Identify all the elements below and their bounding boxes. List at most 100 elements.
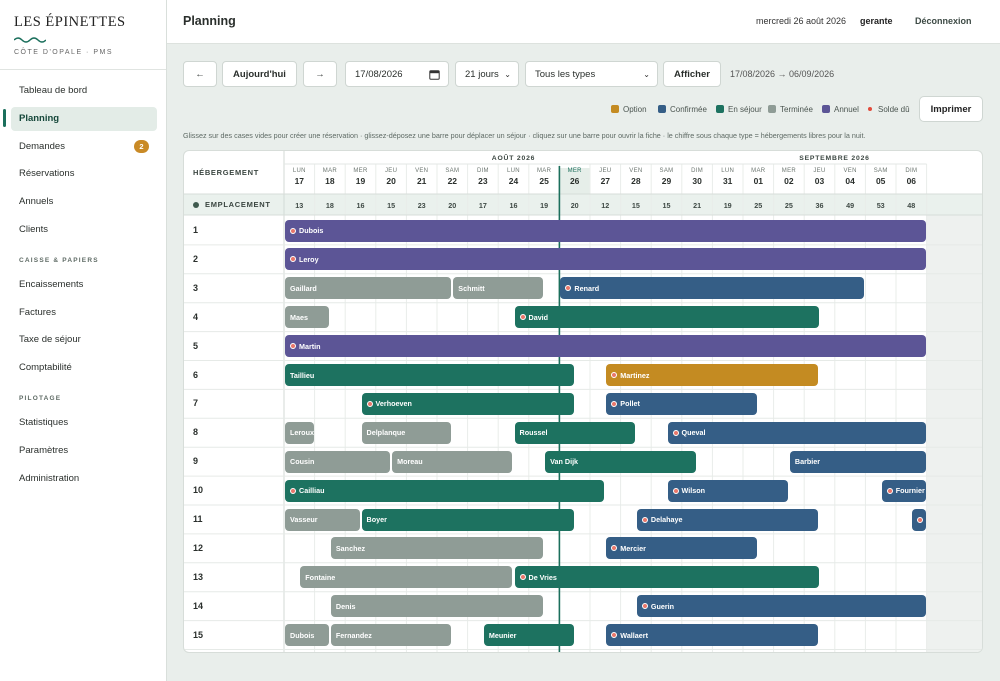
reservation-bar[interactable]: Leroy <box>285 248 926 271</box>
nav-label: Statistiques <box>19 417 69 428</box>
reservation-bar[interactable]: Renard <box>560 277 865 300</box>
free-count: 53 <box>876 201 885 210</box>
nav-item-comptabilite[interactable]: Comptabilité <box>11 356 157 380</box>
reservation-bar[interactable]: Wallaert <box>606 624 819 647</box>
nav-item-demandes[interactable]: Demandes 2 <box>11 135 157 159</box>
reservation-bar[interactable]: Roussel <box>514 421 635 444</box>
reservation-bar[interactable]: Maes <box>285 306 329 329</box>
reservation-bar[interactable]: Schmitt <box>453 277 544 300</box>
guest-name: Vasseur <box>290 515 318 524</box>
nav-item-clients[interactable]: Clients <box>11 218 157 242</box>
reservation-bar[interactable] <box>912 508 926 531</box>
reservation-bar[interactable]: Wilson <box>667 479 788 502</box>
type-select-value: Tous les types <box>535 68 596 80</box>
free-count: 48 <box>907 201 916 210</box>
nav-item-planning[interactable]: Planning <box>11 107 157 131</box>
current-user: gerante <box>860 16 893 26</box>
prev-period-button[interactable]: ← <box>183 61 217 87</box>
nav-item-statistiques[interactable]: Statistiques <box>11 411 157 435</box>
reservation-bar[interactable]: Fontaine <box>300 566 513 589</box>
reservation-bar[interactable]: Queval <box>667 421 926 444</box>
nav-section-caisse: CAISSE & PAPIERS <box>19 257 99 264</box>
legend-label: En séjour <box>728 104 762 114</box>
reservation-bar[interactable]: Meunier <box>483 624 574 647</box>
balance-due-icon <box>565 285 572 292</box>
guest-name: Dubois <box>299 226 324 235</box>
reservation-bar[interactable]: Barbier <box>789 450 926 473</box>
days-select[interactable]: 21 jours ⌄ <box>455 61 519 87</box>
type-select[interactable]: Tous les types ⌄ <box>525 61 658 87</box>
today-button[interactable]: Aujourd'hui <box>222 61 297 87</box>
reservation-bar[interactable]: Denis <box>330 595 544 618</box>
nav-item-annuels[interactable]: Annuels <box>11 190 157 214</box>
reservation-bar[interactable]: Taillieu <box>285 364 574 386</box>
reservation-bar[interactable]: Pollet <box>606 392 758 415</box>
day-number: 29 <box>661 176 672 186</box>
reservation-bar[interactable]: Verhoeven <box>361 392 574 415</box>
balance-due-icon <box>641 603 648 610</box>
reservation-bar[interactable]: Van Dijk <box>545 450 697 473</box>
day-number: 19 <box>355 176 366 186</box>
guest-name: Guerin <box>650 601 675 611</box>
room-label: 11 <box>193 514 203 524</box>
day-name: JEU <box>384 168 398 174</box>
logout-link[interactable]: Déconnexion <box>915 16 972 26</box>
guest-name: Sanchez <box>335 543 366 553</box>
reservation-bar[interactable]: Martinez <box>606 364 819 386</box>
nav-item-taxe-de-sejour[interactable]: Taxe de séjour <box>11 328 157 352</box>
day-name: LUN <box>292 168 306 174</box>
nav-label: Annuels <box>19 196 54 207</box>
day-number: 27 <box>600 176 611 186</box>
arrow-right-icon: → <box>315 68 325 80</box>
nav-label: Planning <box>19 113 60 124</box>
type-label: EMPLACEMENT <box>205 200 271 209</box>
guest-name: Leroux <box>290 428 314 438</box>
nav-item-encaissements[interactable]: Encaissements <box>11 273 157 297</box>
room-label: 2 <box>193 253 199 264</box>
reservation-bar[interactable]: Moreau <box>392 450 513 473</box>
nav-item-administration[interactable]: Administration <box>11 467 157 491</box>
reservation-bar[interactable]: Gaillard <box>285 277 452 300</box>
show-button[interactable]: Afficher <box>663 61 721 87</box>
next-period-button[interactable]: → <box>303 61 337 87</box>
guest-name: Delahaye <box>650 515 683 524</box>
nav-item-factures[interactable]: Factures <box>11 301 157 325</box>
reservation-bar[interactable]: Cailliau <box>285 479 605 502</box>
legend-label: Option <box>623 104 647 114</box>
reservation-bar[interactable]: Vasseur <box>285 508 360 531</box>
reservation-bar[interactable]: Sanchez <box>330 537 544 560</box>
print-button[interactable]: Imprimer <box>919 96 983 122</box>
day-name: JEU <box>599 168 612 174</box>
reservation-bar[interactable]: Leroux <box>285 421 314 444</box>
reservation-bar[interactable]: Delplanque <box>361 421 452 444</box>
room-label: 8 <box>193 427 199 438</box>
arrow-left-icon: ← <box>195 68 205 80</box>
reservation-bar[interactable]: Mercier <box>606 537 758 560</box>
nav-item-reservations[interactable]: Réservations <box>11 162 157 186</box>
day-name: LUN <box>721 168 735 174</box>
grid-overflow-band <box>926 215 982 652</box>
day-header: MAR 18 <box>315 168 346 186</box>
legend-label: Solde dû <box>878 104 910 114</box>
day-number: 23 <box>478 176 488 186</box>
legend-swatch <box>611 105 619 113</box>
nav-item-tableau-de-bord[interactable]: Tableau de bord <box>11 79 157 103</box>
reservation-bar[interactable]: Martin <box>285 335 926 358</box>
day-header: MER 02 <box>774 168 805 186</box>
reservation-bar[interactable]: Delahaye <box>636 508 819 531</box>
reservation-bar[interactable]: Dubois <box>285 624 329 647</box>
reservation-bar[interactable]: Cousin <box>285 450 391 473</box>
reservation-bar[interactable]: Fournier <box>881 479 926 502</box>
legend-annuel: Annuel <box>822 104 859 114</box>
nav-item-parametres[interactable]: Paramètres <box>11 439 157 463</box>
legend-swatch <box>768 105 776 113</box>
calendar-icon[interactable] <box>429 69 440 80</box>
reservation-bar[interactable]: Boyer <box>361 508 574 531</box>
reservation-bar[interactable]: Guerin <box>636 595 926 618</box>
start-date-input[interactable]: 17/08/2026 <box>345 61 449 87</box>
reservation-bar[interactable]: Dubois <box>285 219 926 242</box>
reservation-bar[interactable]: De Vries <box>514 566 819 589</box>
free-count: 18 <box>325 201 334 210</box>
reservation-bar[interactable]: David <box>514 306 819 329</box>
reservation-bar[interactable]: Fernandez <box>330 624 452 647</box>
